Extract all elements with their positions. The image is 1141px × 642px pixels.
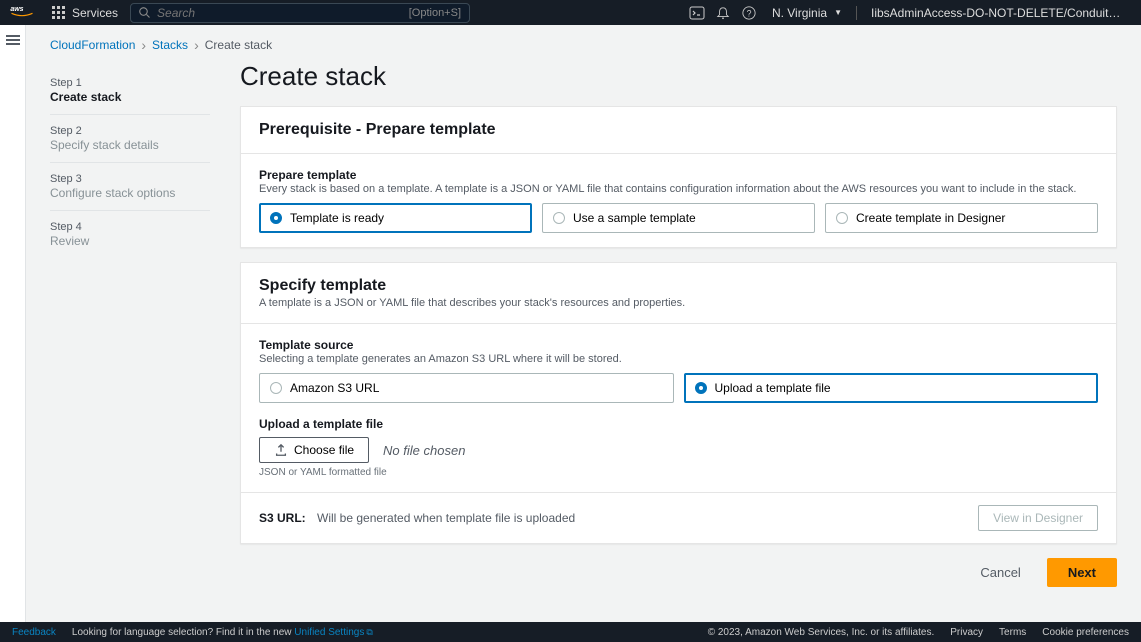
notifications-icon[interactable] (710, 6, 736, 20)
specify-sub: A template is a JSON or YAML file that d… (259, 297, 1098, 309)
wizard-step-2: Step 2 Specify stack details (50, 115, 210, 163)
svg-text:aws: aws (10, 6, 23, 13)
cloudshell-icon[interactable] (684, 5, 710, 21)
terms-link[interactable]: Terms (999, 627, 1026, 638)
account-menu[interactable]: IibsAdminAccess-DO-NOT-DELETE/ConduitAcc… (861, 6, 1131, 20)
lang-text: Looking for language selection? Find it … (72, 627, 373, 638)
hamburger-icon (6, 33, 20, 47)
radio-icon (270, 212, 282, 224)
radio-icon (836, 212, 848, 224)
sidebar-toggle[interactable] (0, 25, 26, 622)
prerequisite-card: Prerequisite - Prepare template Prepare … (240, 106, 1117, 248)
template-source-sub: Selecting a template generates an Amazon… (259, 353, 1098, 365)
region-selector[interactable]: N. Virginia ▼ (762, 6, 852, 20)
wizard-nav: Step 1 Create stack Step 2 Specify stack… (50, 61, 210, 607)
top-header: aws Services [Option+S] ? N. Virginia ▼ … (0, 0, 1141, 25)
privacy-link[interactable]: Privacy (950, 627, 983, 638)
svg-text:?: ? (747, 8, 752, 18)
cookie-link[interactable]: Cookie preferences (1042, 627, 1129, 638)
caret-down-icon: ▼ (834, 8, 842, 17)
services-menu[interactable]: Services (52, 6, 118, 20)
search-input[interactable] (157, 6, 409, 20)
specify-heading: Specify template (259, 277, 1098, 295)
search-box[interactable]: [Option+S] (130, 3, 470, 23)
chevron-right-icon: › (194, 37, 199, 53)
choose-file-button[interactable]: Choose file (259, 437, 369, 463)
prereq-heading: Prerequisite - Prepare template (259, 121, 1098, 139)
upload-icon (274, 443, 288, 457)
copyright: © 2023, Amazon Web Services, Inc. or its… (708, 627, 935, 638)
wizard-step-1[interactable]: Step 1 Create stack (50, 67, 210, 115)
radio-use-sample[interactable]: Use a sample template (542, 203, 815, 233)
prepare-template-title: Prepare template (259, 168, 1098, 182)
radio-icon (695, 382, 707, 394)
help-icon[interactable]: ? (736, 6, 762, 20)
region-label: N. Virginia (772, 6, 827, 20)
aws-logo[interactable]: aws (10, 4, 40, 21)
services-label: Services (72, 6, 118, 20)
cancel-button[interactable]: Cancel (964, 558, 1036, 587)
no-file-label: No file chosen (383, 443, 465, 458)
s3-url-value: Will be generated when template file is … (317, 511, 575, 525)
chevron-right-icon: › (141, 37, 146, 53)
specify-template-card: Specify template A template is a JSON or… (240, 262, 1117, 544)
file-hint: JSON or YAML formatted file (259, 467, 1098, 478)
divider (856, 6, 857, 20)
radio-icon (270, 382, 282, 394)
s3-url-label: S3 URL: (259, 511, 306, 525)
radio-template-ready[interactable]: Template is ready (259, 203, 532, 233)
prepare-template-sub: Every stack is based on a template. A te… (259, 183, 1098, 195)
page-title: Create stack (240, 61, 1117, 92)
external-link-icon: ⧉ (366, 627, 372, 637)
radio-create-designer[interactable]: Create template in Designer (825, 203, 1098, 233)
radio-upload-file[interactable]: Upload a template file (684, 373, 1099, 403)
breadcrumb-stacks[interactable]: Stacks (152, 38, 188, 52)
bottom-bar: Feedback Looking for language selection?… (0, 622, 1141, 642)
wizard-step-4: Step 4 Review (50, 211, 210, 258)
radio-s3-url[interactable]: Amazon S3 URL (259, 373, 674, 403)
feedback-link[interactable]: Feedback (12, 627, 56, 638)
radio-icon (553, 212, 565, 224)
view-in-designer-button: View in Designer (978, 505, 1098, 531)
account-label: IibsAdminAccess-DO-NOT-DELETE/ConduitAcc… (871, 6, 1131, 20)
wizard-step-3: Step 3 Configure stack options (50, 163, 210, 211)
search-icon (139, 7, 151, 19)
next-button[interactable]: Next (1047, 558, 1117, 587)
breadcrumb: CloudFormation › Stacks › Create stack (50, 37, 1117, 53)
breadcrumb-current: Create stack (205, 38, 272, 52)
upload-title: Upload a template file (259, 417, 1098, 431)
breadcrumb-root[interactable]: CloudFormation (50, 38, 135, 52)
template-source-title: Template source (259, 338, 1098, 352)
search-shortcut: [Option+S] (409, 7, 461, 19)
unified-settings-link[interactable]: Unified Settings⧉ (294, 627, 372, 638)
